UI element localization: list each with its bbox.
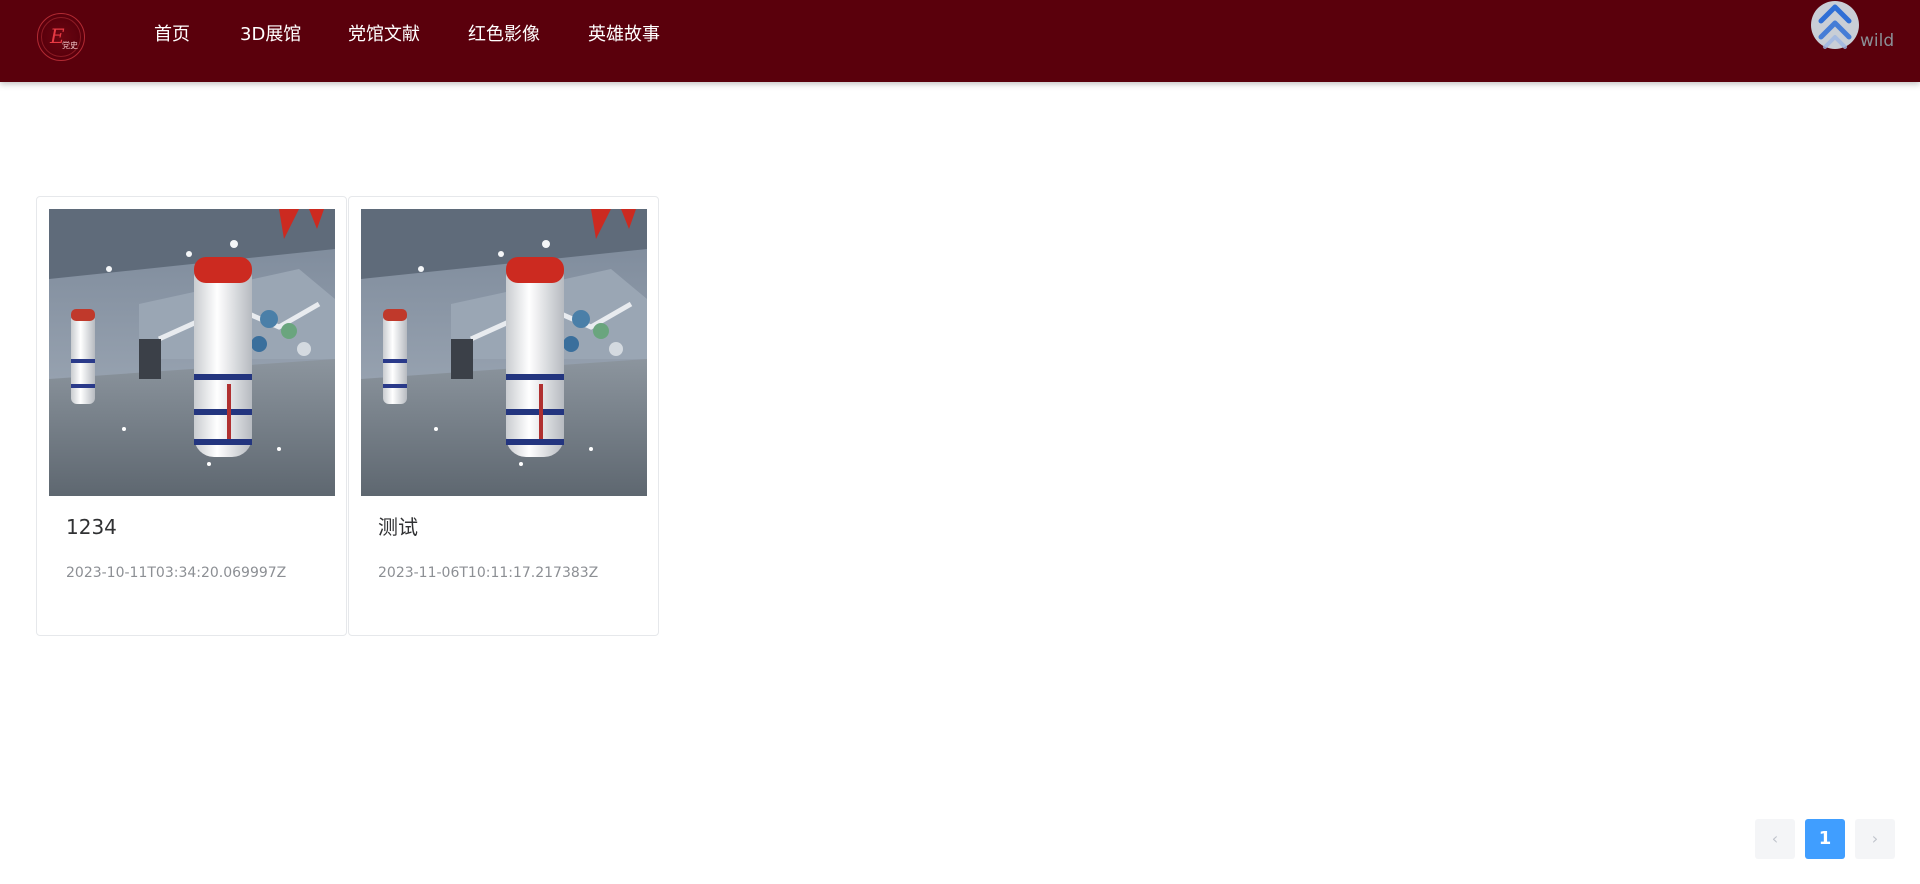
exhibit-card[interactable]: 1234 2023-10-11T03:34:20.069997Z [36, 196, 347, 636]
nav-item-documents[interactable]: 党馆文献 [348, 22, 420, 48]
nav-item-hero-stories[interactable]: 英雄故事 [588, 22, 660, 48]
chevron-right-icon: › [1871, 829, 1879, 848]
nav-item-red-images[interactable]: 红色影像 [468, 22, 540, 48]
site-logo[interactable]: E 党史 [37, 13, 85, 61]
double-chevron-up-icon [1818, 4, 1852, 49]
exhibit-card[interactable]: 测试 2023-11-06T10:11:17.217383Z [348, 196, 659, 636]
logo-subtitle: 党史 [62, 41, 78, 50]
exhibit-thumbnail[interactable] [361, 209, 647, 496]
exhibition-hall-image [361, 209, 647, 496]
username: wild [1860, 31, 1895, 51]
nav-item-home[interactable]: 首页 [154, 22, 190, 48]
exhibit-date: 2023-10-11T03:34:20.069997Z [66, 565, 287, 581]
exhibit-title[interactable]: 测试 [378, 513, 418, 541]
top-header: E 党史 首页 3D展馆 党馆文献 红色影像 英雄故事 wild [0, 0, 1920, 82]
user-avatar[interactable] [1811, 1, 1859, 49]
pagination-next-button[interactable]: › [1855, 819, 1895, 859]
exhibit-thumbnail[interactable] [49, 209, 335, 496]
nav-item-3d-hall[interactable]: 3D展馆 [240, 22, 301, 48]
chevron-left-icon: ‹ [1771, 829, 1779, 848]
exhibit-title[interactable]: 1234 [66, 513, 117, 541]
exhibit-date: 2023-11-06T10:11:17.217383Z [378, 565, 599, 581]
user-menu[interactable]: wild [1811, 0, 1911, 60]
pagination-page-1[interactable]: 1 [1805, 819, 1845, 859]
pagination-prev-button[interactable]: ‹ [1755, 819, 1795, 859]
exhibition-hall-image [49, 209, 335, 496]
logo-emblem: E 党史 [41, 17, 81, 57]
